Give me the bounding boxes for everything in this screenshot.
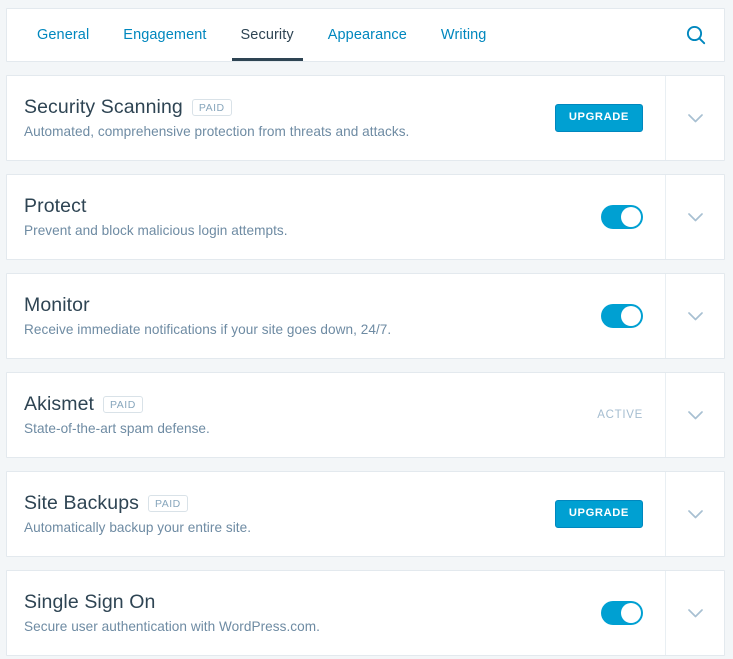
status-badge: ACTIVE bbox=[597, 409, 643, 421]
tab-writing-label: Writing bbox=[440, 27, 487, 43]
card-description: Prevent and block malicious login attemp… bbox=[24, 222, 288, 238]
chevron-down-icon bbox=[687, 608, 703, 618]
card-title-row: Site Backups PAID bbox=[24, 491, 523, 515]
card-control bbox=[523, 274, 665, 358]
tab-engagement[interactable]: Engagement bbox=[106, 9, 223, 61]
tab-security-label: Security bbox=[240, 27, 294, 43]
card-content: Security Scanning PAID Automated, compre… bbox=[7, 76, 523, 160]
chevron-down-icon bbox=[687, 311, 703, 321]
module-toggle-switch[interactable] bbox=[601, 601, 643, 625]
card-title: Monitor bbox=[24, 294, 90, 317]
toggle-knob bbox=[621, 306, 641, 326]
card-title-row: Akismet PAID bbox=[24, 392, 523, 416]
card-title: Protect bbox=[24, 195, 87, 218]
module-card-single-sign-on: Single Sign On Secure user authenticatio… bbox=[6, 570, 725, 656]
tab-appearance[interactable]: Appearance bbox=[311, 9, 424, 61]
module-toggle-switch[interactable] bbox=[601, 205, 643, 229]
card-description: Receive immediate notifications if your … bbox=[24, 321, 392, 337]
card-title: Security Scanning bbox=[24, 96, 183, 119]
card-control: UPGRADE bbox=[523, 472, 665, 556]
card-description: Secure user authentication with WordPres… bbox=[24, 618, 320, 634]
card-description: Automatically backup your entire site. bbox=[24, 519, 252, 535]
chevron-down-icon bbox=[687, 509, 703, 519]
paid-badge: PAID bbox=[148, 494, 188, 513]
card-control bbox=[523, 571, 665, 655]
paid-badge: PAID bbox=[191, 98, 232, 117]
toggle-knob bbox=[621, 603, 641, 623]
card-control: ACTIVE bbox=[523, 373, 665, 457]
module-card-list: Security Scanning PAID Automated, compre… bbox=[6, 75, 725, 656]
paid-badge: PAID bbox=[103, 395, 143, 414]
search-icon bbox=[685, 24, 707, 46]
card-title-row: Security Scanning PAID bbox=[24, 95, 523, 119]
expand-toggle[interactable] bbox=[665, 76, 724, 160]
card-title: Single Sign On bbox=[24, 591, 156, 614]
module-card-site-backups: Site Backups PAID Automatically backup y… bbox=[6, 471, 725, 557]
expand-toggle[interactable] bbox=[665, 571, 724, 655]
expand-toggle[interactable] bbox=[665, 274, 724, 358]
card-control: UPGRADE bbox=[523, 76, 665, 160]
module-card-akismet: Akismet PAID State-of-the-art spam defen… bbox=[6, 372, 725, 458]
card-control bbox=[523, 175, 665, 259]
chevron-down-icon bbox=[687, 212, 703, 222]
card-title-row: Monitor bbox=[24, 293, 523, 317]
expand-toggle[interactable] bbox=[665, 472, 724, 556]
card-description: State-of-the-art spam defense. bbox=[24, 420, 210, 436]
module-card-monitor: Monitor Receive immediate notifications … bbox=[6, 273, 725, 359]
upgrade-button[interactable]: UPGRADE bbox=[554, 104, 643, 132]
tab-engagement-label: Engagement bbox=[123, 27, 207, 43]
tab-security[interactable]: Security bbox=[224, 9, 311, 61]
nav-tab-list: General Engagement Security Appearance W… bbox=[7, 9, 668, 61]
card-title-row: Single Sign On bbox=[24, 590, 523, 614]
settings-page: General Engagement Security Appearance W… bbox=[0, 0, 733, 659]
search-button[interactable] bbox=[668, 9, 724, 61]
chevron-down-icon bbox=[687, 410, 703, 420]
expand-toggle[interactable] bbox=[665, 373, 724, 457]
settings-nav-bar: General Engagement Security Appearance W… bbox=[6, 8, 725, 62]
toggle-knob bbox=[621, 207, 641, 227]
card-content: Site Backups PAID Automatically backup y… bbox=[7, 472, 523, 556]
module-card-protect: Protect Prevent and block malicious logi… bbox=[6, 174, 725, 260]
upgrade-button[interactable]: UPGRADE bbox=[554, 500, 643, 528]
tab-writing[interactable]: Writing bbox=[424, 9, 504, 61]
card-content: Single Sign On Secure user authenticatio… bbox=[7, 571, 523, 655]
card-description: Automated, comprehensive protection from… bbox=[24, 123, 410, 139]
module-card-security-scanning: Security Scanning PAID Automated, compre… bbox=[6, 75, 725, 161]
card-content: Monitor Receive immediate notifications … bbox=[7, 274, 523, 358]
card-title-row: Protect bbox=[24, 194, 523, 218]
tab-appearance-label: Appearance bbox=[327, 27, 407, 43]
module-toggle-switch[interactable] bbox=[601, 304, 643, 328]
tab-general-label: General bbox=[37, 27, 90, 43]
expand-toggle[interactable] bbox=[665, 175, 724, 259]
tab-general[interactable]: General bbox=[20, 9, 106, 61]
card-title: Site Backups bbox=[24, 492, 140, 515]
chevron-down-icon bbox=[687, 113, 703, 123]
card-content: Akismet PAID State-of-the-art spam defen… bbox=[7, 373, 523, 457]
card-content: Protect Prevent and block malicious logi… bbox=[7, 175, 523, 259]
card-title: Akismet bbox=[24, 393, 95, 416]
